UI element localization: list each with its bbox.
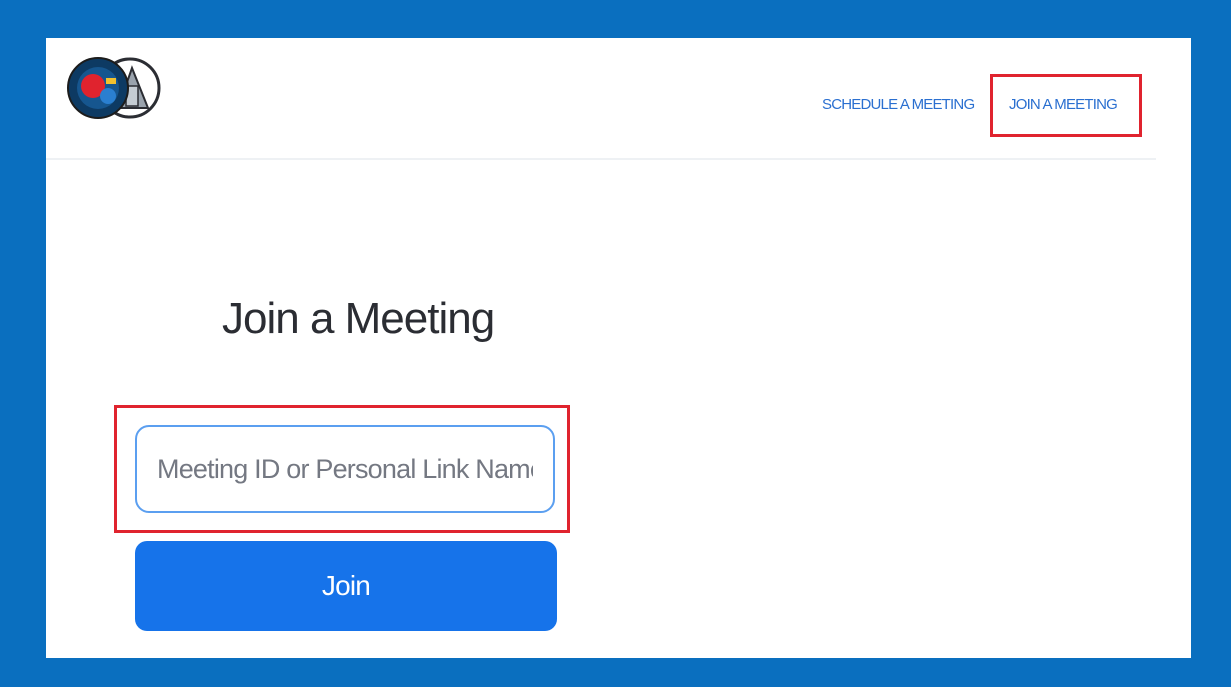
join-button[interactable]: Join xyxy=(135,541,557,631)
site-header: SCHEDULE A MEETING JOIN A MEETING xyxy=(46,38,1156,160)
nav-schedule-meeting[interactable]: SCHEDULE A MEETING xyxy=(822,96,975,113)
meeting-id-input[interactable] xyxy=(135,425,555,513)
browser-page: SCHEDULE A MEETING JOIN A MEETING Join a… xyxy=(46,38,1191,658)
page-title: Join a Meeting xyxy=(222,294,495,343)
screenshot-frame: SCHEDULE A MEETING JOIN A MEETING Join a… xyxy=(0,0,1231,687)
zoom-seal-logo-icon[interactable] xyxy=(66,56,166,120)
highlight-box-join-link xyxy=(990,74,1142,137)
